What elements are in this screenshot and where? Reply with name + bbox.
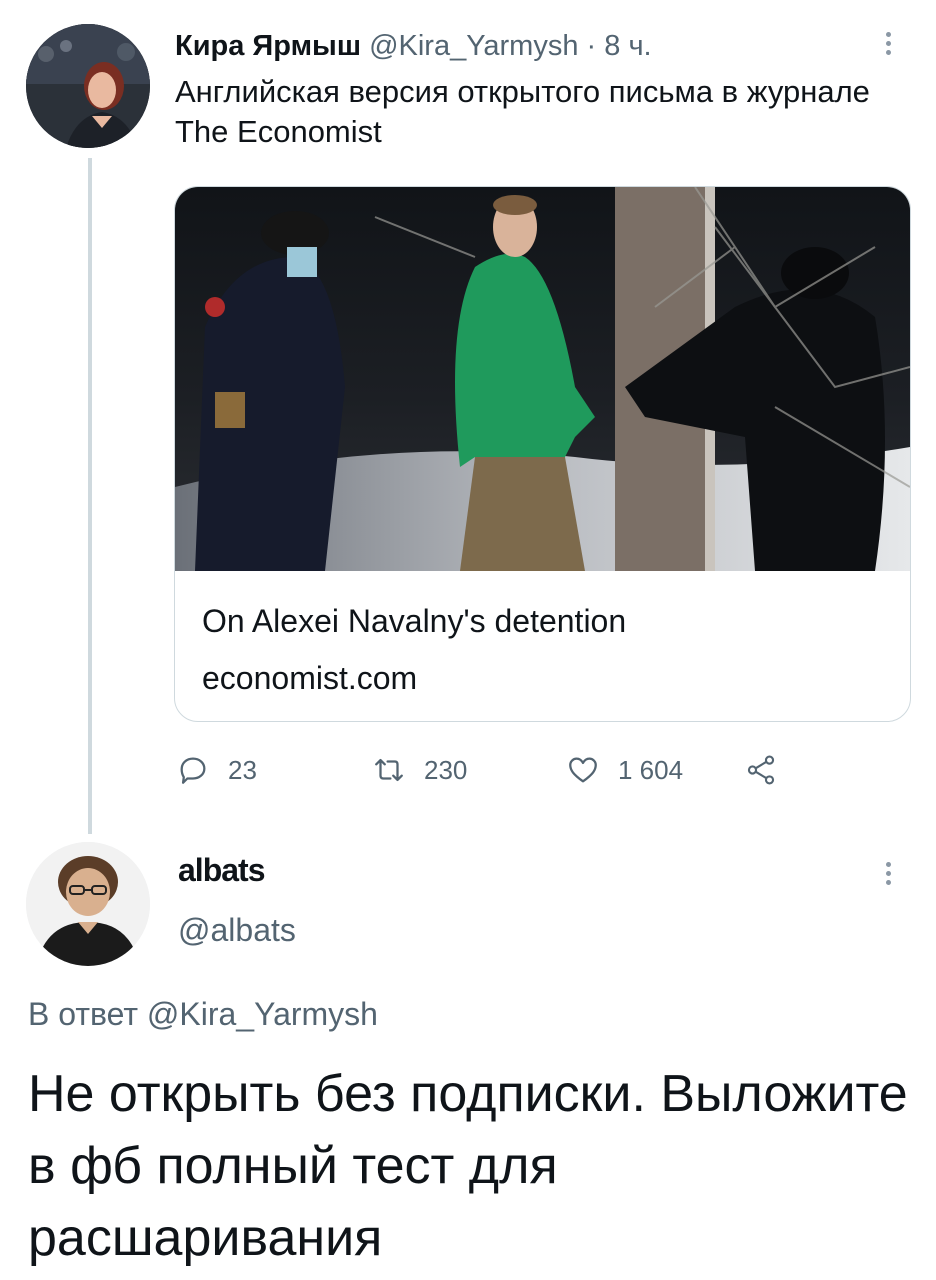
reply-author-avatar[interactable]	[26, 842, 150, 966]
reply-count: 23	[228, 754, 257, 785]
share-button[interactable]	[744, 750, 796, 790]
card-domain: economist.com	[202, 660, 418, 696]
more-vertical-icon[interactable]	[878, 858, 898, 898]
share-icon	[747, 755, 775, 785]
reply-author-handle[interactable]: @albats	[178, 912, 296, 949]
reply-prefix: В ответ	[28, 996, 139, 1032]
more-vertical-icon[interactable]	[878, 28, 898, 68]
tweet-time[interactable]: 8 ч.	[604, 30, 651, 62]
reply-mention-link[interactable]: @Kira_Yarmysh	[147, 996, 378, 1032]
retweet-button[interactable]: 230	[372, 750, 467, 790]
like-count: 1 604	[618, 754, 684, 785]
meta-separator: ·	[586, 30, 597, 62]
thread-connector-line	[88, 158, 92, 834]
reply-author-name[interactable]: albats	[178, 852, 265, 889]
reply-button[interactable]: 23	[176, 750, 257, 790]
heart-icon	[569, 757, 597, 783]
tweet-header: Кира Ярмыш @Kira_Yarmysh · 8 ч.	[175, 28, 652, 64]
card-image	[175, 187, 910, 571]
retweet-count: 230	[424, 754, 468, 785]
link-card[interactable]: On Alexei Navalny's detention economist.…	[174, 186, 911, 722]
tweet-text: Английская версия открытого письма в жур…	[175, 74, 870, 149]
like-button[interactable]: 1 604	[566, 750, 683, 790]
author-name[interactable]: Кира Ярмыш	[175, 30, 361, 62]
reply-icon	[180, 757, 206, 784]
reply-context: В ответ @Kira_Yarmysh	[28, 996, 378, 1033]
author-handle[interactable]: @Kira_Yarmysh	[369, 30, 578, 62]
author-avatar[interactable]	[26, 24, 150, 148]
retweet-icon	[375, 758, 403, 782]
reply-tweet-text: Не открыть без подписки. Выложите в фб п…	[28, 1065, 908, 1267]
card-title[interactable]: On Alexei Navalny's detention	[202, 601, 626, 641]
